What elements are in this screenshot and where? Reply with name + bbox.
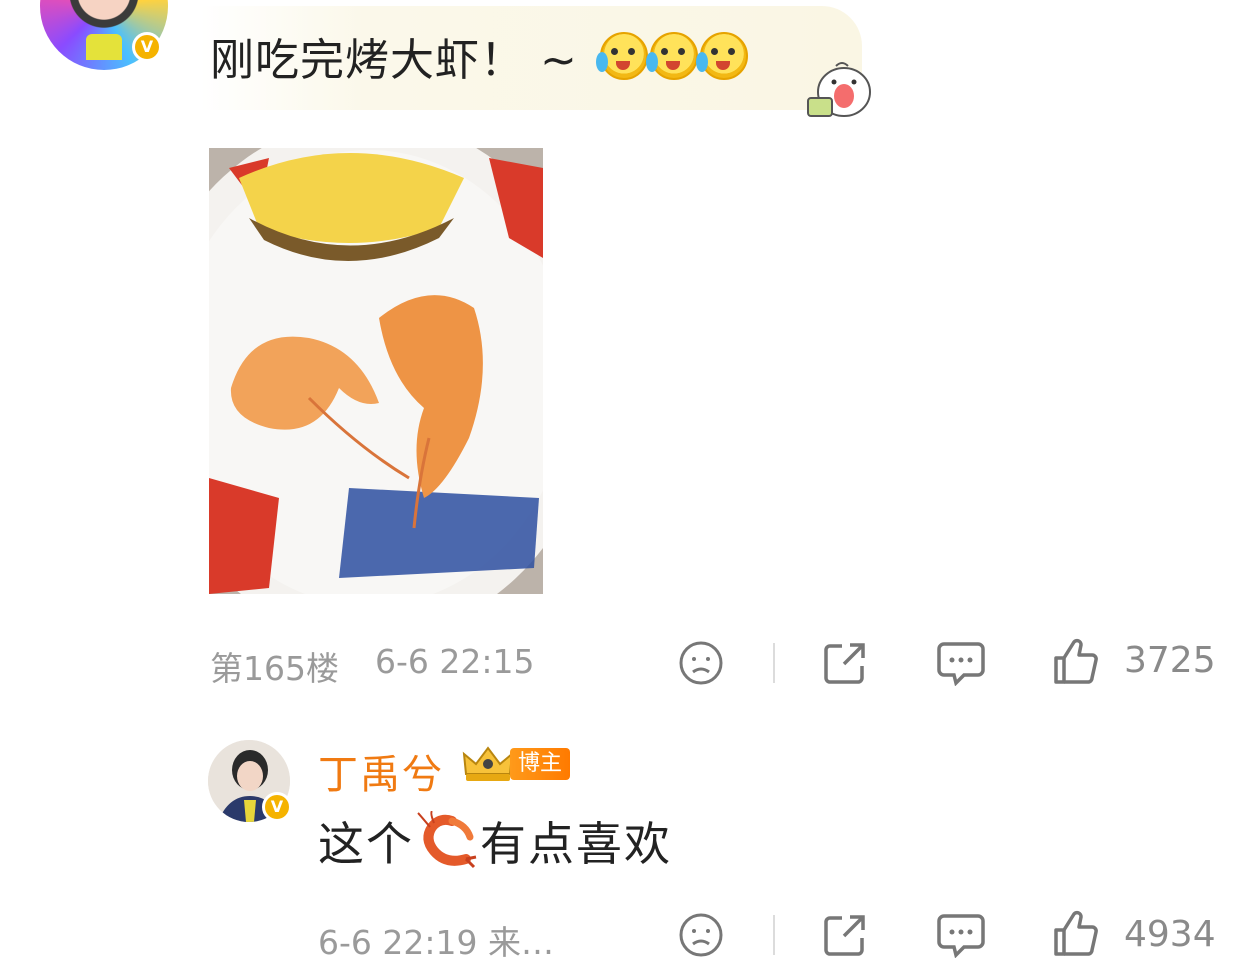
verified-badge-icon: V xyxy=(132,32,162,62)
crying-face-emoji-icon xyxy=(596,32,648,80)
shrimp-emoji-icon xyxy=(417,811,477,869)
comment-floor: 第165楼 xyxy=(210,649,339,688)
action-divider xyxy=(773,915,775,955)
share-icon[interactable] xyxy=(822,640,868,686)
like-icon[interactable] xyxy=(1052,638,1100,686)
reply-comment-icon[interactable] xyxy=(936,640,986,686)
crying-face-emoji-icon xyxy=(696,32,748,80)
dislike-icon[interactable] xyxy=(678,640,724,686)
like-count: 4934 xyxy=(1124,914,1216,955)
reply-text: 这个 有点喜欢 xyxy=(318,808,672,874)
verified-badge-icon: V xyxy=(262,792,292,822)
comment-time: 6-6 22:15 xyxy=(375,642,535,681)
bubble-sticker-icon xyxy=(807,62,871,117)
like-icon[interactable] xyxy=(1052,910,1100,958)
badge-label: 博主 xyxy=(510,748,570,780)
share-icon[interactable] xyxy=(822,912,868,958)
like-count: 3725 xyxy=(1124,640,1216,681)
action-divider xyxy=(773,643,775,683)
reply-text-before: 这个 xyxy=(318,817,414,871)
reply-author-name[interactable]: 丁禹兮 xyxy=(318,742,444,800)
reply-time: 6-6 22:19 来… xyxy=(318,923,554,962)
crown-icon xyxy=(462,746,514,781)
comment-text: 刚吃完烤大虾！ ~ xyxy=(210,35,578,86)
reply-text-after: 有点喜欢 xyxy=(480,817,672,871)
comment-photo[interactable] xyxy=(209,148,543,594)
shrimp-plate-image xyxy=(209,148,543,594)
crying-face-emoji-icon xyxy=(646,32,698,80)
reply-comment-icon[interactable] xyxy=(936,912,986,958)
dislike-icon[interactable] xyxy=(678,912,724,958)
author-badge: 博主 xyxy=(460,744,572,784)
